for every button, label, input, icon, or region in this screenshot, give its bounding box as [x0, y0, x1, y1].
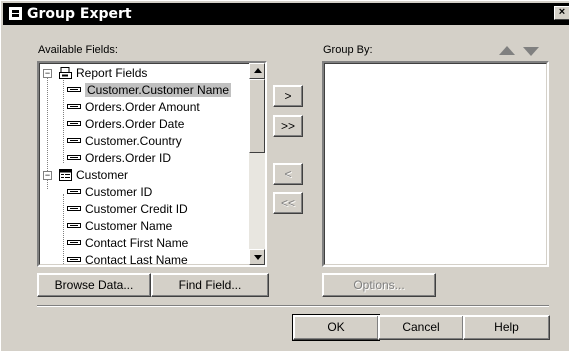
tree-node-label: Report Fields	[76, 66, 148, 80]
separator	[37, 305, 549, 307]
collapse-icon[interactable]: −	[43, 171, 52, 180]
options-button[interactable]: Options...	[322, 273, 436, 297]
tree-line	[63, 194, 64, 265]
collapse-icon[interactable]: −	[43, 69, 52, 78]
tree-item-label: Orders.Order Date	[85, 117, 185, 131]
ok-button[interactable]: OK	[292, 314, 380, 341]
group-expert-dialog: Group Expert × Available Fields: − Repor…	[0, 0, 569, 351]
add-all-fields-button[interactable]: >>	[273, 115, 303, 137]
field-icon	[67, 189, 81, 195]
cancel-button[interactable]: Cancel	[378, 315, 464, 340]
app-icon	[9, 7, 22, 20]
move-down-arrow-icon[interactable]	[523, 47, 539, 56]
find-field-button[interactable]: Find Field...	[151, 273, 269, 297]
move-up-arrow-icon[interactable]	[499, 46, 515, 55]
group-by-label: Group By:	[323, 44, 373, 56]
tree-item-field[interactable]: Contact First Name	[67, 235, 188, 252]
remove-all-fields-button[interactable]: <<	[273, 192, 303, 214]
close-button[interactable]: ×	[554, 6, 569, 20]
tree-item-label: Customer.Country	[85, 134, 182, 148]
field-icon	[67, 87, 81, 93]
tree-item-label: Orders.Order ID	[85, 151, 172, 165]
tree-vertical-scrollbar[interactable]	[249, 63, 265, 265]
field-icon	[67, 104, 81, 110]
field-icon	[67, 138, 81, 144]
tree-item-label: Customer Name	[85, 219, 173, 233]
add-field-button[interactable]: >	[273, 85, 303, 107]
report-fields-icon	[59, 66, 72, 79]
tree-node-label: Customer	[76, 168, 129, 182]
available-fields-tree[interactable]: − Report Fields Customer.Customer Name O…	[37, 61, 267, 267]
field-icon	[67, 223, 81, 229]
tree-item-field[interactable]: Orders.Order Date	[67, 116, 184, 133]
tree-item-label: Contact First Name	[85, 236, 189, 250]
tree-item-field[interactable]: Customer Credit ID	[67, 201, 188, 218]
tree-item-field[interactable]: Customer.Customer Name	[67, 82, 232, 99]
tree-item-field[interactable]: Orders.Order ID	[67, 150, 171, 167]
group-by-list[interactable]	[322, 61, 549, 267]
field-icon	[67, 155, 81, 161]
tree-line	[63, 75, 64, 163]
browse-data-button[interactable]: Browse Data...	[37, 273, 151, 297]
scroll-up-arrow-icon[interactable]	[249, 63, 265, 79]
tree-item-field[interactable]: Contact Last Name	[67, 252, 188, 267]
tree-item-field[interactable]: Customer ID	[67, 184, 152, 201]
tree-item-label-selected: Customer.Customer Name	[85, 83, 232, 97]
tree-item-label: Orders.Order Amount	[85, 100, 200, 114]
available-fields-label: Available Fields:	[38, 44, 118, 56]
title-bar[interactable]: Group Expert	[3, 3, 569, 25]
table-icon	[59, 168, 72, 181]
tree-item-field[interactable]: Orders.Order Amount	[67, 99, 200, 116]
tree-item-label: Customer ID	[85, 185, 153, 199]
help-button[interactable]: Help	[463, 315, 550, 340]
tree-item-field[interactable]: Customer Name	[67, 218, 172, 235]
scrollbar-thumb[interactable]	[249, 79, 265, 153]
field-icon	[67, 206, 81, 212]
tree-item-label: Contact Last Name	[85, 253, 188, 267]
field-icon	[67, 257, 81, 263]
scroll-down-arrow-icon[interactable]	[249, 249, 265, 265]
field-icon	[67, 121, 81, 127]
remove-field-button[interactable]: <	[273, 163, 303, 185]
tree-item-label: Customer Credit ID	[85, 202, 188, 216]
field-icon	[67, 240, 81, 246]
tree-item-field[interactable]: Customer.Country	[67, 133, 182, 150]
window-title: Group Expert	[27, 6, 132, 22]
